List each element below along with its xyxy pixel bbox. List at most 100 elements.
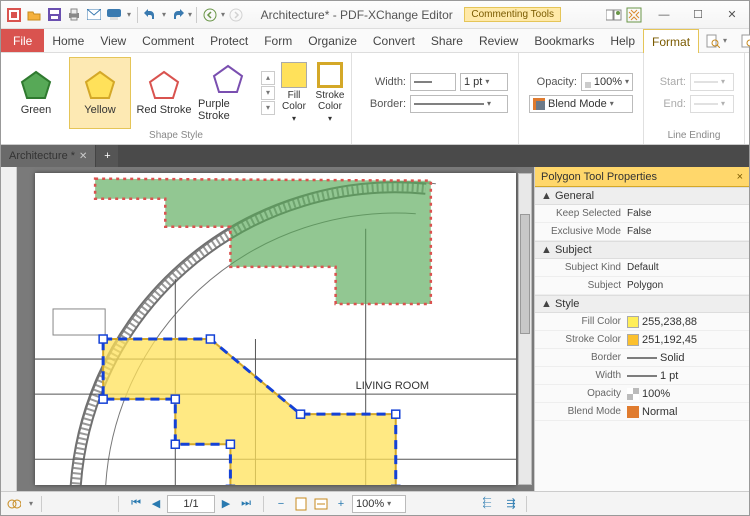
- document-tab-label: Architecture *: [9, 150, 75, 162]
- vertical-scrollbar[interactable]: [518, 173, 532, 485]
- zoom-combo[interactable]: 100%▾: [352, 495, 406, 513]
- prop-stroke-color[interactable]: 251,192,45: [627, 334, 749, 346]
- annotation-yellow-polygon[interactable]: [103, 339, 396, 485]
- blend-label: Blend Mode: [548, 98, 607, 110]
- quick-find-dropdown[interactable]: ▾: [699, 29, 734, 52]
- page-canvas[interactable]: LIVING ROOM: [35, 173, 516, 485]
- menu-share[interactable]: Share: [423, 29, 471, 52]
- prop-subject[interactable]: Polygon: [627, 280, 749, 291]
- width-label: Width:: [362, 76, 406, 88]
- undo-icon[interactable]: [142, 6, 160, 24]
- border-combo[interactable]: ▾: [410, 95, 508, 113]
- zoom-page-icon[interactable]: [292, 495, 310, 513]
- shape-preset-yellow[interactable]: Yellow: [69, 57, 131, 129]
- preset-down[interactable]: ▾: [261, 86, 275, 100]
- scan-icon[interactable]: [105, 6, 123, 24]
- page-number-input[interactable]: 1/1: [167, 495, 215, 513]
- options-gear-icon[interactable]: [5, 495, 23, 513]
- width-combo[interactable]: [410, 73, 456, 91]
- prop-fill-color[interactable]: 255,238,88: [627, 316, 749, 328]
- menu-comment[interactable]: Comment: [134, 29, 202, 52]
- nav-dropdown[interactable]: ▾: [221, 10, 225, 19]
- first-page-icon[interactable]: ⏮: [127, 495, 145, 513]
- ui-options-icon[interactable]: [605, 6, 623, 24]
- prop-opacity[interactable]: 100%: [627, 388, 749, 400]
- menu-view[interactable]: View: [92, 29, 134, 52]
- redo-icon[interactable]: [168, 6, 186, 24]
- prop-border[interactable]: Solid: [627, 352, 749, 364]
- preset-up[interactable]: ▴: [261, 71, 275, 85]
- open-icon[interactable]: [25, 6, 43, 24]
- document-tab[interactable]: Architecture * ✕: [1, 145, 96, 167]
- layout-next-icon[interactable]: ⇶: [502, 495, 520, 513]
- find-button[interactable]: Find...: [734, 29, 750, 52]
- prop-width[interactable]: 1 pt: [627, 370, 749, 382]
- mail-icon[interactable]: [85, 6, 103, 24]
- prev-page-icon[interactable]: ◀: [147, 495, 165, 513]
- menu-protect[interactable]: Protect: [202, 29, 256, 52]
- preset-label: Green: [21, 104, 52, 116]
- annotation-green-polygon[interactable]: [95, 179, 431, 304]
- next-page-icon[interactable]: ▶: [217, 495, 235, 513]
- menu-format[interactable]: Format: [643, 29, 699, 53]
- shape-preset-green[interactable]: Green: [5, 57, 67, 129]
- prop-blend-mode[interactable]: Normal: [627, 406, 749, 418]
- prop-keep-selected[interactable]: False: [627, 208, 749, 219]
- context-tab-label: Commenting Tools: [464, 7, 561, 22]
- close-tab-icon[interactable]: ✕: [79, 151, 87, 162]
- menu-form[interactable]: Form: [256, 29, 300, 52]
- prop-subject-kind[interactable]: Default: [627, 262, 749, 273]
- close-button[interactable]: ✕: [715, 2, 749, 28]
- nav-back-icon[interactable]: [201, 6, 219, 24]
- section-style[interactable]: ▲ Style: [535, 295, 749, 313]
- layout-prev-icon[interactable]: ⬱: [478, 495, 496, 513]
- prop-exclusive-mode[interactable]: False: [627, 226, 749, 237]
- shape-preset-purple[interactable]: Purple Stroke: [197, 57, 259, 129]
- section-subject[interactable]: ▲ Subject: [535, 241, 749, 259]
- preset-label: Red Stroke: [136, 104, 191, 116]
- redo-dropdown[interactable]: ▾: [188, 10, 192, 19]
- shape-preset-red[interactable]: Red Stroke: [133, 57, 195, 129]
- zoom-out-icon[interactable]: −: [272, 495, 290, 513]
- width-value: 1 pt: [464, 76, 482, 88]
- preset-label: Yellow: [84, 104, 115, 116]
- print-icon[interactable]: [65, 6, 83, 24]
- save-icon[interactable]: [45, 6, 63, 24]
- menu-bookmarks[interactable]: Bookmarks: [526, 29, 602, 52]
- preset-more[interactable]: ▾: [261, 101, 275, 115]
- add-tab-button[interactable]: +: [96, 145, 118, 167]
- preset-label: Purple Stroke: [198, 98, 258, 122]
- end-combo: ▾: [690, 95, 734, 113]
- opacity-combo[interactable]: 100%▾: [581, 73, 633, 91]
- menu-home[interactable]: Home: [44, 29, 92, 52]
- qat-dropdown[interactable]: ▾: [127, 10, 131, 19]
- zoom-value: 100%: [356, 498, 384, 510]
- left-pane-gutter[interactable]: [1, 167, 17, 491]
- width-value-combo[interactable]: 1 pt▾: [460, 73, 508, 91]
- scrollbar-thumb[interactable]: [520, 214, 530, 334]
- document-viewport[interactable]: LIVING ROOM: [17, 167, 534, 491]
- stroke-color-button[interactable]: Stroke Color▾: [313, 57, 347, 129]
- app-icon: [5, 6, 23, 24]
- nav-fwd-icon[interactable]: [227, 6, 245, 24]
- menu-convert[interactable]: Convert: [365, 29, 423, 52]
- maximize-button[interactable]: ☐: [681, 2, 715, 28]
- minimize-button[interactable]: —: [647, 2, 681, 28]
- panel-close-icon[interactable]: ×: [737, 171, 743, 183]
- last-page-icon[interactable]: ⏭: [237, 495, 255, 513]
- lineend-group-label: Line Ending: [648, 130, 740, 142]
- menu-organize[interactable]: Organize: [300, 29, 365, 52]
- fill-color-button[interactable]: Fill Color▾: [277, 57, 311, 129]
- menu-review[interactable]: Review: [471, 29, 526, 52]
- undo-dropdown[interactable]: ▾: [162, 10, 166, 19]
- opacity-value: 100%: [594, 76, 622, 88]
- file-menu[interactable]: File: [1, 29, 44, 52]
- start-combo: ▾: [690, 73, 734, 91]
- svg-text:LIVING ROOM: LIVING ROOM: [356, 380, 429, 392]
- zoom-width-icon[interactable]: [312, 495, 330, 513]
- blend-combo[interactable]: Blend Mode▾: [529, 95, 633, 113]
- zoom-in-icon[interactable]: +: [332, 495, 350, 513]
- launch-icon[interactable]: [625, 6, 643, 24]
- section-general[interactable]: ▲ General: [535, 187, 749, 205]
- menu-help[interactable]: Help: [602, 29, 643, 52]
